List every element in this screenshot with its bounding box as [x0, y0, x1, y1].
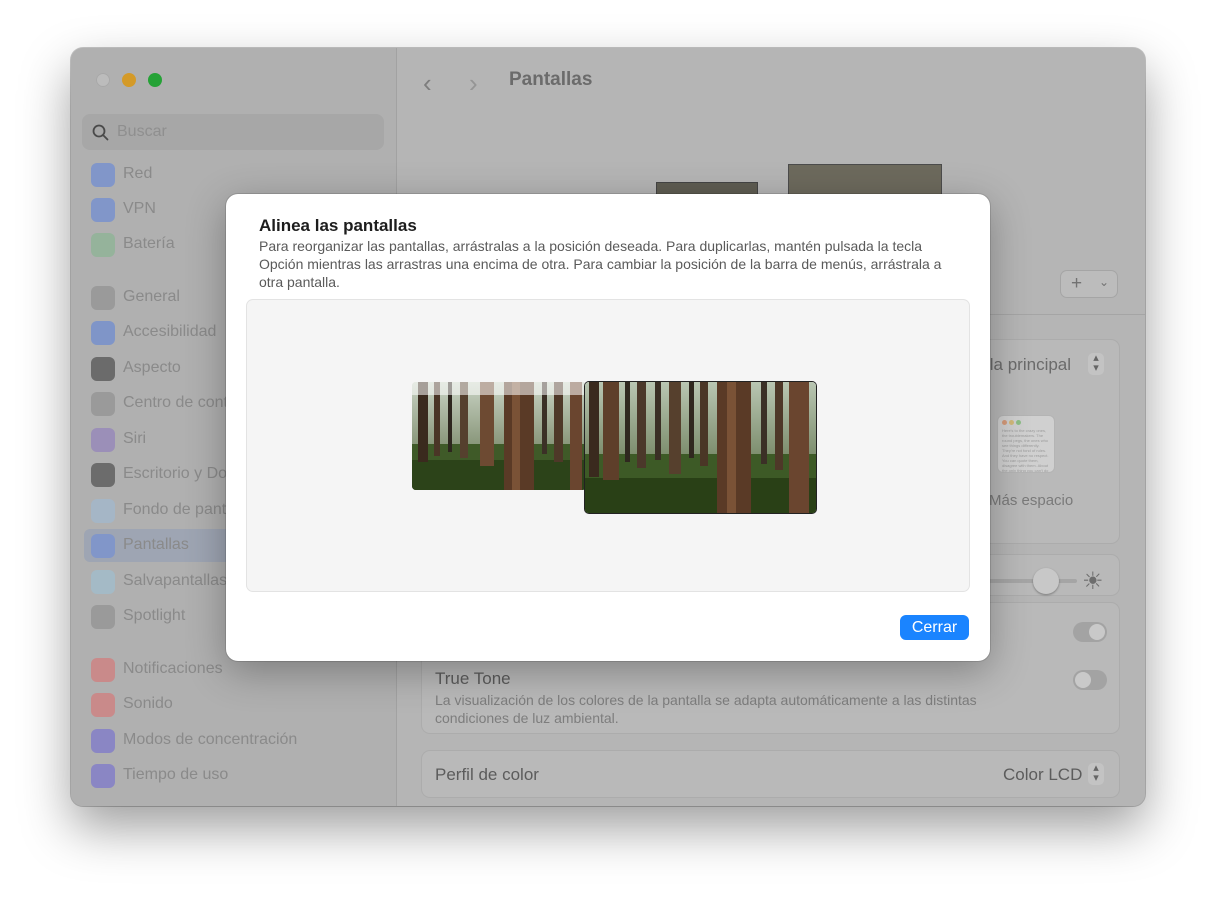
toggle-knob: [1089, 624, 1105, 640]
battery-icon: [91, 233, 115, 257]
forest-wallpaper-image: [412, 382, 586, 490]
menu-bar-indicator[interactable]: [412, 382, 586, 395]
sidebar-item-label: Sonido: [123, 695, 173, 712]
minimize-window-button[interactable]: [122, 73, 136, 87]
page-title: Pantallas: [509, 69, 593, 90]
brightness-slider-knob[interactable]: [1033, 568, 1059, 594]
color-profile-label: Perfil de color: [435, 765, 539, 784]
sidebar-item[interactable]: Modos de concentración: [84, 724, 386, 757]
brightness-slider[interactable]: [987, 579, 1077, 583]
chevron-down-icon: ⌄: [1099, 275, 1110, 289]
sidebar-item[interactable]: Sonido: [84, 688, 386, 721]
sidebar-item-label: Aspecto: [123, 359, 181, 376]
toggle-knob: [1075, 672, 1091, 688]
accessibility-icon: [91, 321, 115, 345]
arrange-displays-dialog: Alinea las pantallas Para reorganizar la…: [226, 194, 990, 661]
screensaver-icon: [91, 570, 115, 594]
main-display-updown-icon[interactable]: ▴ ▾: [1088, 353, 1104, 375]
display-thumbnail-secondary[interactable]: [412, 382, 586, 490]
more-space-label: Más espacio: [989, 492, 1074, 509]
sidebar-item-label: Red: [123, 165, 153, 182]
spotlight-icon: [91, 605, 115, 629]
sidebar-item-label: Spotlight: [123, 607, 186, 624]
close-button[interactable]: Cerrar: [900, 615, 969, 640]
dialog-description: Para reorganizar las pantallas, arrástra…: [259, 238, 942, 290]
sidebar-item-label: Modos de concentración: [123, 731, 298, 748]
siri-icon: [91, 428, 115, 452]
sidebar-item[interactable]: Red: [84, 158, 386, 191]
sun-icon: [91, 534, 115, 558]
preview-zoom-dot: [1016, 420, 1021, 425]
preview-close-dot: [1002, 420, 1007, 425]
main-display-popup[interactable]: lla principal: [986, 355, 1071, 375]
search-icon: [92, 124, 109, 141]
forest-wallpaper-image: [585, 382, 816, 513]
true-tone-toggle[interactable]: [1073, 670, 1107, 690]
sidebar-item-label: Pantallas: [123, 536, 189, 553]
auto-brightness-toggle[interactable]: [1073, 622, 1107, 642]
vpn-globe-icon: [91, 198, 115, 222]
preview-text: Here's to the crazy ones, the troublemak…: [1002, 428, 1049, 472]
display-thumbnail-main[interactable]: [585, 382, 816, 513]
sidebar-item-label: Tiempo de uso: [123, 766, 229, 783]
back-arrow-icon[interactable]: ‹: [423, 68, 432, 99]
display-arrangement-area: [247, 300, 969, 591]
wallpaper-icon: [91, 499, 115, 523]
sidebar-item-label: VPN: [123, 200, 156, 217]
preview-minimize-dot: [1009, 420, 1014, 425]
speaker-icon: [91, 693, 115, 717]
search-field[interactable]: Buscar: [82, 114, 384, 150]
search-placeholder: Buscar: [117, 123, 167, 140]
bell-icon: [91, 658, 115, 682]
color-profile-popup[interactable]: Color LCD: [1003, 765, 1082, 785]
gear-icon: [91, 286, 115, 310]
close-window-button[interactable]: [96, 73, 110, 87]
sidebar-item-label: Siri: [123, 430, 147, 447]
control-center-icon: [91, 392, 115, 416]
sidebar-item[interactable]: Tiempo de uso: [84, 759, 386, 792]
add-display-button[interactable]: + ⌄: [1061, 271, 1117, 297]
sidebar-item-label: Notificaciones: [123, 660, 223, 677]
display-thumbnail-main[interactable]: [788, 164, 942, 196]
sidebar-item-label: General: [123, 288, 180, 305]
globe-icon: [91, 163, 115, 187]
zoom-window-button[interactable]: [148, 73, 162, 87]
forward-arrow-icon[interactable]: ›: [469, 68, 478, 99]
moon-icon: [91, 729, 115, 753]
hourglass-icon: [91, 764, 115, 788]
plus-icon: +: [1071, 273, 1083, 294]
color-profile-updown-icon[interactable]: ▴ ▾: [1088, 763, 1104, 785]
dock-icon: [91, 463, 115, 487]
sidebar-item-label: Batería: [123, 235, 175, 252]
sidebar-item-label: Accesibilidad: [123, 323, 217, 340]
sun-brightness-icon: ☀: [1082, 568, 1104, 595]
dialog-title: Alinea las pantallas: [259, 216, 417, 235]
main-display-value: lla principal: [986, 355, 1072, 374]
sidebar-item-label: Salvapantallas: [123, 572, 228, 589]
resolution-preview-more-space[interactable]: Here's to the crazy ones, the troublemak…: [998, 416, 1054, 472]
true-tone-description: La visualización de los colores de la pa…: [435, 692, 977, 726]
true-tone-title: True Tone: [435, 669, 511, 688]
appearance-icon: [91, 357, 115, 381]
